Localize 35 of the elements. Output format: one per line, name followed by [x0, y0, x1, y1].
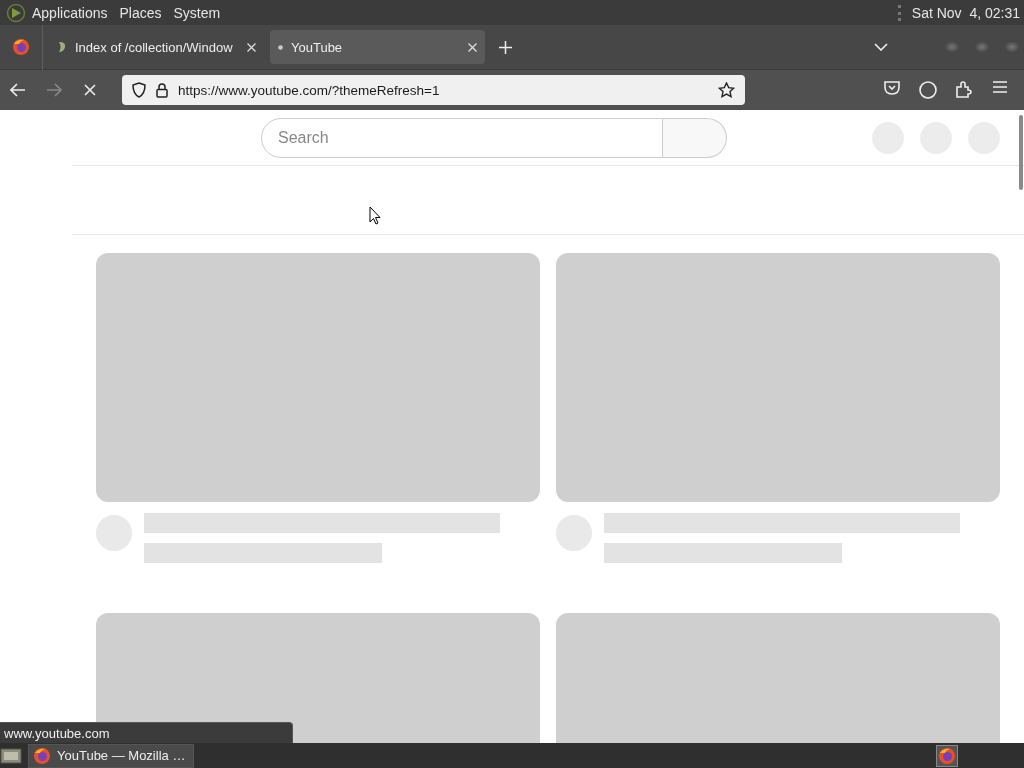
tab-title: Index of /collection/Window: [75, 39, 234, 55]
shield-icon[interactable]: [132, 82, 146, 98]
firefox-logo-icon[interactable]: [33, 746, 51, 765]
loading-dot-icon: [278, 44, 283, 50]
stop-loading-icon[interactable]: [84, 84, 96, 96]
browser-tab[interactable]: YouTube: [270, 30, 485, 64]
cursor-icon: [369, 206, 381, 225]
menu-icon[interactable]: [993, 81, 1007, 93]
star-icon[interactable]: [718, 82, 735, 98]
close-icon[interactable]: [247, 42, 256, 52]
page-icon: [57, 41, 67, 53]
browser-tab[interactable]: Index of /collection/Window: [49, 30, 264, 64]
puzzle-icon[interactable]: [956, 81, 972, 98]
new-tab-icon[interactable]: [499, 40, 512, 54]
url-text: https://www.youtube.com/?themeRefresh=1: [178, 82, 441, 98]
search-field[interactable]: Search: [261, 117, 663, 158]
panel-menu[interactable]: Applications: [26, 4, 114, 21]
browser-logo-icon[interactable]: [12, 38, 30, 56]
panel-menu[interactable]: Places: [113, 4, 168, 21]
pocket-icon[interactable]: [884, 81, 900, 95]
account-circle-icon[interactable]: [919, 81, 937, 99]
address-field[interactable]: https://www.youtube.com/?themeRefresh=1: [122, 75, 745, 105]
tray-app-icon[interactable]: [938, 746, 956, 765]
taskbar-window-button[interactable]: YouTube — Mozilla …: [28, 743, 195, 768]
link-status-tooltip: www.youtube.com: [0, 722, 293, 743]
clock: Sat Nov 4, 02:31: [911, 4, 1020, 21]
panel-menu[interactable]: System: [167, 4, 227, 21]
lock-icon[interactable]: [156, 82, 168, 98]
chevron-down-icon[interactable]: [874, 43, 888, 51]
scrollbar-thumb[interactable]: [1019, 115, 1023, 190]
back-icon[interactable]: [10, 83, 26, 97]
app-launcher-icon[interactable]: [6, 2, 26, 23]
show-desktop-icon[interactable]: [0, 746, 22, 765]
close-icon[interactable]: [468, 42, 477, 52]
tab-title: YouTube: [291, 39, 344, 55]
